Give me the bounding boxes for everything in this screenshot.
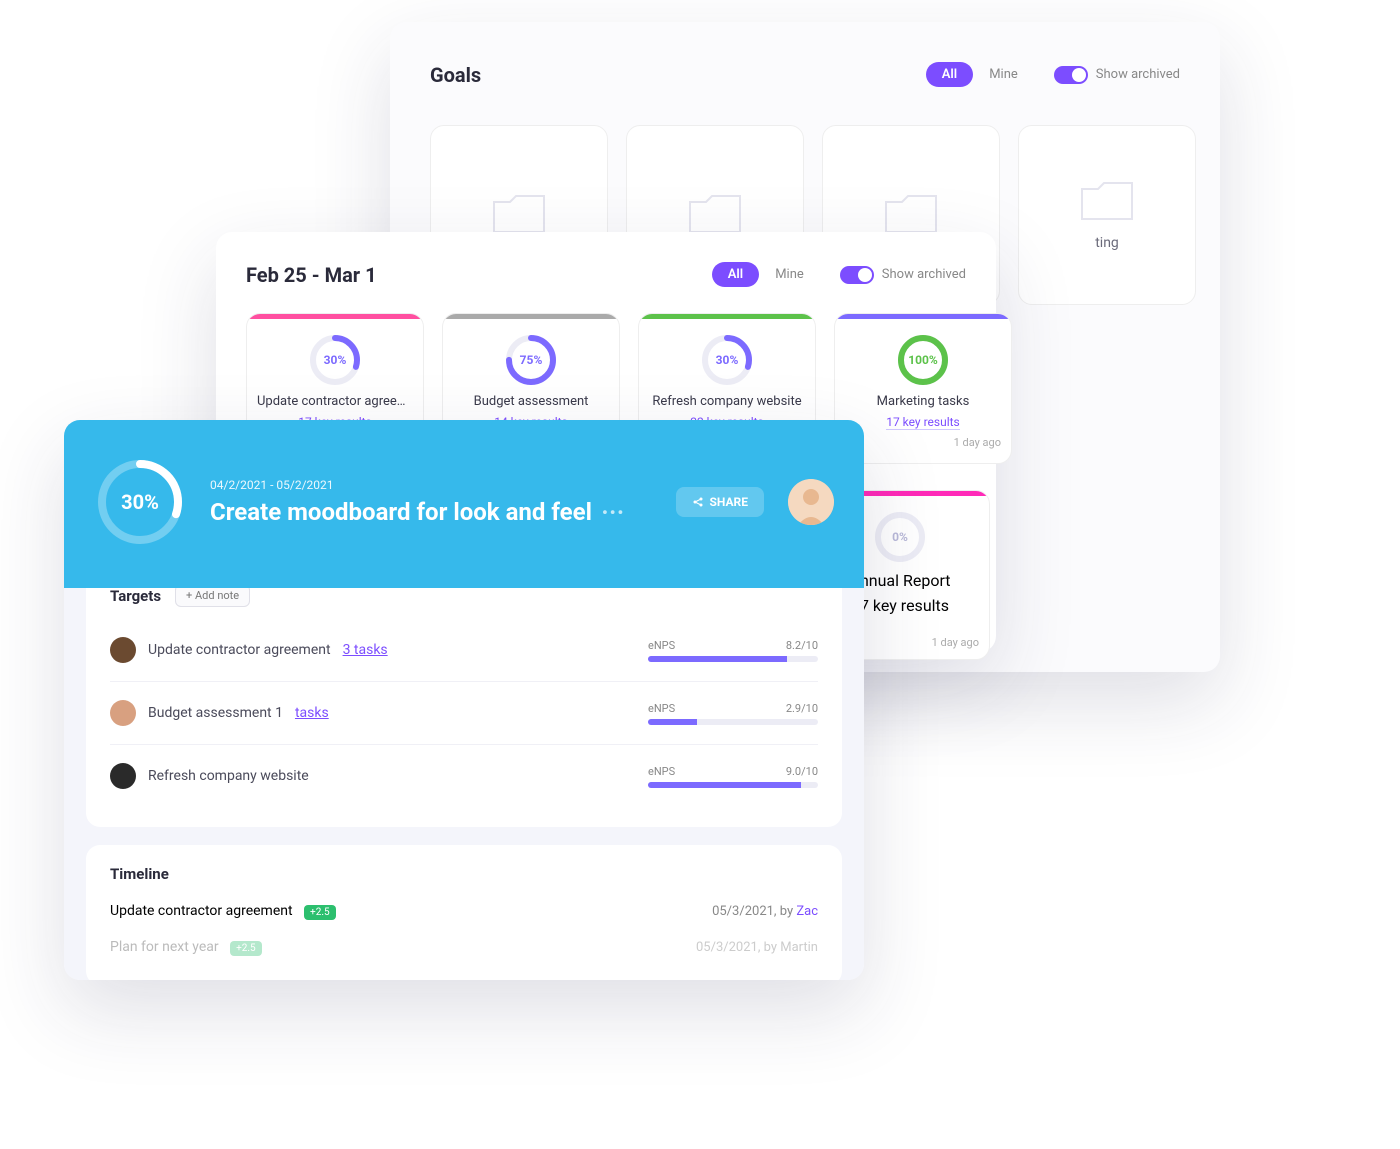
assignee-avatar[interactable] xyxy=(110,700,136,726)
metric-score: 8.2/10 xyxy=(786,639,818,652)
target-metric: eNPS 9.0/10 xyxy=(648,765,818,788)
show-archived-toggle[interactable] xyxy=(840,266,874,284)
timeline-date: 05/3/2021, by xyxy=(712,904,796,919)
metric-score: 2.9/10 xyxy=(786,702,818,715)
target-row: Refresh company website eNPS 9.0/10 xyxy=(110,745,818,807)
metric-bar xyxy=(648,782,818,788)
owner-avatar[interactable] xyxy=(788,479,834,525)
show-archived-label: Show archived xyxy=(882,267,966,282)
card-title: Budget assessment xyxy=(474,394,589,409)
timeline-author-link[interactable]: Zac xyxy=(796,904,818,919)
filter-mine[interactable]: Mine xyxy=(759,262,820,287)
progress-ring: 30% xyxy=(307,332,363,388)
targets-heading: Targets xyxy=(110,587,161,605)
target-metric: eNPS 2.9/10 xyxy=(648,702,818,725)
metric-label: eNPS xyxy=(648,765,675,778)
card-title: Marketing tasks xyxy=(877,394,970,409)
target-title: Update contractor agreement xyxy=(148,642,331,658)
target-metric: eNPS 8.2/10 xyxy=(648,639,818,662)
detail-progress-pct: 30% xyxy=(94,456,186,548)
assignee-avatar[interactable] xyxy=(110,763,136,789)
card-accent-bar xyxy=(835,314,1011,319)
target-row: Update contractor agreement 3 tasks eNPS… xyxy=(110,619,818,682)
timeline-section: Timeline Update contractor agreement +2.… xyxy=(86,845,842,980)
progress-pct: 30% xyxy=(307,332,363,388)
card-accent-bar xyxy=(639,314,815,319)
filter-all[interactable]: All xyxy=(926,62,973,87)
target-title: Refresh company website xyxy=(148,768,309,784)
show-archived-label: Show archived xyxy=(1096,67,1180,82)
timeline-author-link[interactable]: Martin xyxy=(780,940,818,955)
detail-dates: 04/2/2021 - 05/2/2021 xyxy=(210,478,652,492)
goal-folder-label: ting xyxy=(1095,235,1119,251)
detail-panel: 30% 04/2/2021 - 05/2/2021 Create moodboa… xyxy=(64,420,864,980)
metric-bar xyxy=(648,719,818,725)
timeline-row: Update contractor agreement +2.5 05/3/20… xyxy=(110,893,818,929)
timeline-heading: Timeline xyxy=(110,865,818,883)
progress-pct: 30% xyxy=(699,332,755,388)
target-tasks-link[interactable]: tasks xyxy=(295,705,329,721)
goals-filter-group: All Mine xyxy=(926,62,1034,87)
week-title: Feb 25 - Mar 1 xyxy=(246,263,377,287)
detail-header: 30% 04/2/2021 - 05/2/2021 Create moodboa… xyxy=(64,420,864,588)
share-button[interactable]: SHARE xyxy=(676,487,764,517)
card-title: Update contractor agreemen xyxy=(257,394,413,409)
key-results-link[interactable]: 17 key results xyxy=(851,596,949,615)
more-menu-icon[interactable]: ••• xyxy=(602,503,625,522)
progress-ring: 75% xyxy=(503,332,559,388)
share-icon xyxy=(692,496,704,508)
metric-bar xyxy=(648,656,818,662)
delta-badge: +2.5 xyxy=(230,941,262,956)
metric-label: eNPS xyxy=(648,702,675,715)
timeline-row: Plan for next year +2.5 05/3/2021, by Ma… xyxy=(110,929,818,965)
targets-section: Targets + Add note Update contractor agr… xyxy=(86,564,842,827)
metric-label: eNPS xyxy=(648,639,675,652)
progress-ring: 0% xyxy=(872,509,928,565)
timeline-date: 05/3/2021, by xyxy=(696,940,780,955)
folder-icon xyxy=(1078,179,1136,225)
goals-title: Goals xyxy=(430,63,481,87)
target-tasks-link[interactable]: 3 tasks xyxy=(343,642,388,658)
delta-badge: +2.5 xyxy=(304,905,336,920)
timeline-item-title: Plan for next year xyxy=(110,939,219,955)
filter-mine[interactable]: Mine xyxy=(973,62,1034,87)
progress-pct: 0% xyxy=(872,509,928,565)
key-results-link[interactable]: 17 key results xyxy=(886,415,960,430)
week-filter-group: All Mine xyxy=(712,262,820,287)
target-title: Budget assessment 1 xyxy=(148,705,283,721)
goal-folder-card[interactable]: ting xyxy=(1018,125,1196,305)
metric-score: 9.0/10 xyxy=(786,765,818,778)
card-accent-bar xyxy=(443,314,619,319)
card-title: Annual Report xyxy=(850,571,951,590)
card-timestamp: 1 day ago xyxy=(845,436,1001,449)
target-row: Budget assessment 1 tasks eNPS 2.9/10 xyxy=(110,682,818,745)
show-archived-toggle[interactable] xyxy=(1054,66,1088,84)
detail-progress-ring: 30% xyxy=(94,456,186,548)
card-accent-bar xyxy=(247,314,423,319)
timeline-item-title: Update contractor agreement xyxy=(110,903,293,919)
card-title: Refresh company website xyxy=(652,394,801,409)
assignee-avatar[interactable] xyxy=(110,637,136,663)
progress-pct: 75% xyxy=(503,332,559,388)
filter-all[interactable]: All xyxy=(712,262,759,287)
progress-ring: 30% xyxy=(699,332,755,388)
detail-title: Create moodboard for look and feel xyxy=(210,498,592,526)
progress-ring: 100% xyxy=(895,332,951,388)
progress-pct: 100% xyxy=(895,332,951,388)
share-label: SHARE xyxy=(710,495,748,509)
